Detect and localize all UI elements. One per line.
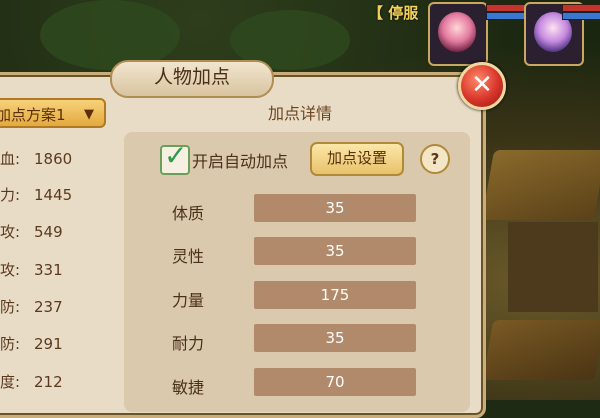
stat-value: 549 <box>34 223 63 241</box>
panel-title: 人物加点 <box>110 60 274 98</box>
stat-value: 331 <box>34 261 63 279</box>
stat-value: 1860 <box>34 150 73 168</box>
stat-label: 度: <box>0 373 21 391</box>
stat-value: 237 <box>34 298 63 316</box>
hut-roof <box>482 320 600 380</box>
stat-value: 1445 <box>34 186 73 204</box>
attribute-value-bar: 35 <box>254 324 416 352</box>
party-member-portrait[interactable] <box>428 2 488 66</box>
scheme-select-value: 加点方案1 <box>0 106 66 124</box>
hut-roof <box>481 150 600 220</box>
chevron-down-icon: ▼ <box>84 107 94 122</box>
mp-bar <box>562 12 600 20</box>
stat-row: 防: 291 <box>0 333 63 354</box>
stat-value: 291 <box>34 335 63 353</box>
stat-value: 212 <box>34 373 63 391</box>
attribute-value-bar: 35 <box>254 237 416 265</box>
hp-bar <box>562 4 600 12</box>
stat-row: 攻: 331 <box>0 259 63 280</box>
character-avatar <box>438 12 476 52</box>
point-scheme-dropdown[interactable]: 加点方案1 ▼ <box>0 98 106 128</box>
close-icon: ✕ <box>471 70 493 100</box>
attribute-label: 体质 <box>172 204 205 223</box>
stat-label: 攻: <box>0 261 21 279</box>
checkmark-icon: ✓ <box>164 139 188 172</box>
stat-label: 防: <box>0 335 21 353</box>
attribute-label: 力量 <box>172 291 205 310</box>
close-button[interactable]: ✕ <box>458 62 506 110</box>
hp-bar <box>486 4 526 12</box>
auto-allocate-label: 开启自动加点 <box>192 152 289 171</box>
attribute-value-bar: 35 <box>254 194 416 222</box>
stat-row: 血: 1860 <box>0 148 72 169</box>
mp-bar <box>486 12 526 20</box>
help-button[interactable]: ? <box>420 144 450 174</box>
attribute-label: 灵性 <box>172 247 205 266</box>
stat-label: 攻: <box>0 223 21 241</box>
attribute-value-bar: 175 <box>254 281 416 309</box>
attribute-label: 敏捷 <box>172 378 205 397</box>
auto-allocate-checkbox[interactable]: ✓ <box>160 139 190 175</box>
attribute-value-bar: 70 <box>254 368 416 396</box>
stat-row: 度: 212 <box>0 371 63 392</box>
server-status-tag: 【 停服 <box>368 4 419 22</box>
stat-label: 力: <box>0 186 21 204</box>
stat-label: 防: <box>0 298 21 316</box>
details-title: 加点详情 <box>268 104 333 123</box>
point-settings-button[interactable]: 加点设置 <box>310 142 404 176</box>
attribute-label: 耐力 <box>172 334 205 353</box>
stat-row: 攻: 549 <box>0 221 63 242</box>
hut-wall <box>508 222 598 312</box>
stat-row: 力: 1445 <box>0 184 72 205</box>
stat-row: 防: 237 <box>0 296 63 317</box>
stat-label: 血: <box>0 150 21 168</box>
